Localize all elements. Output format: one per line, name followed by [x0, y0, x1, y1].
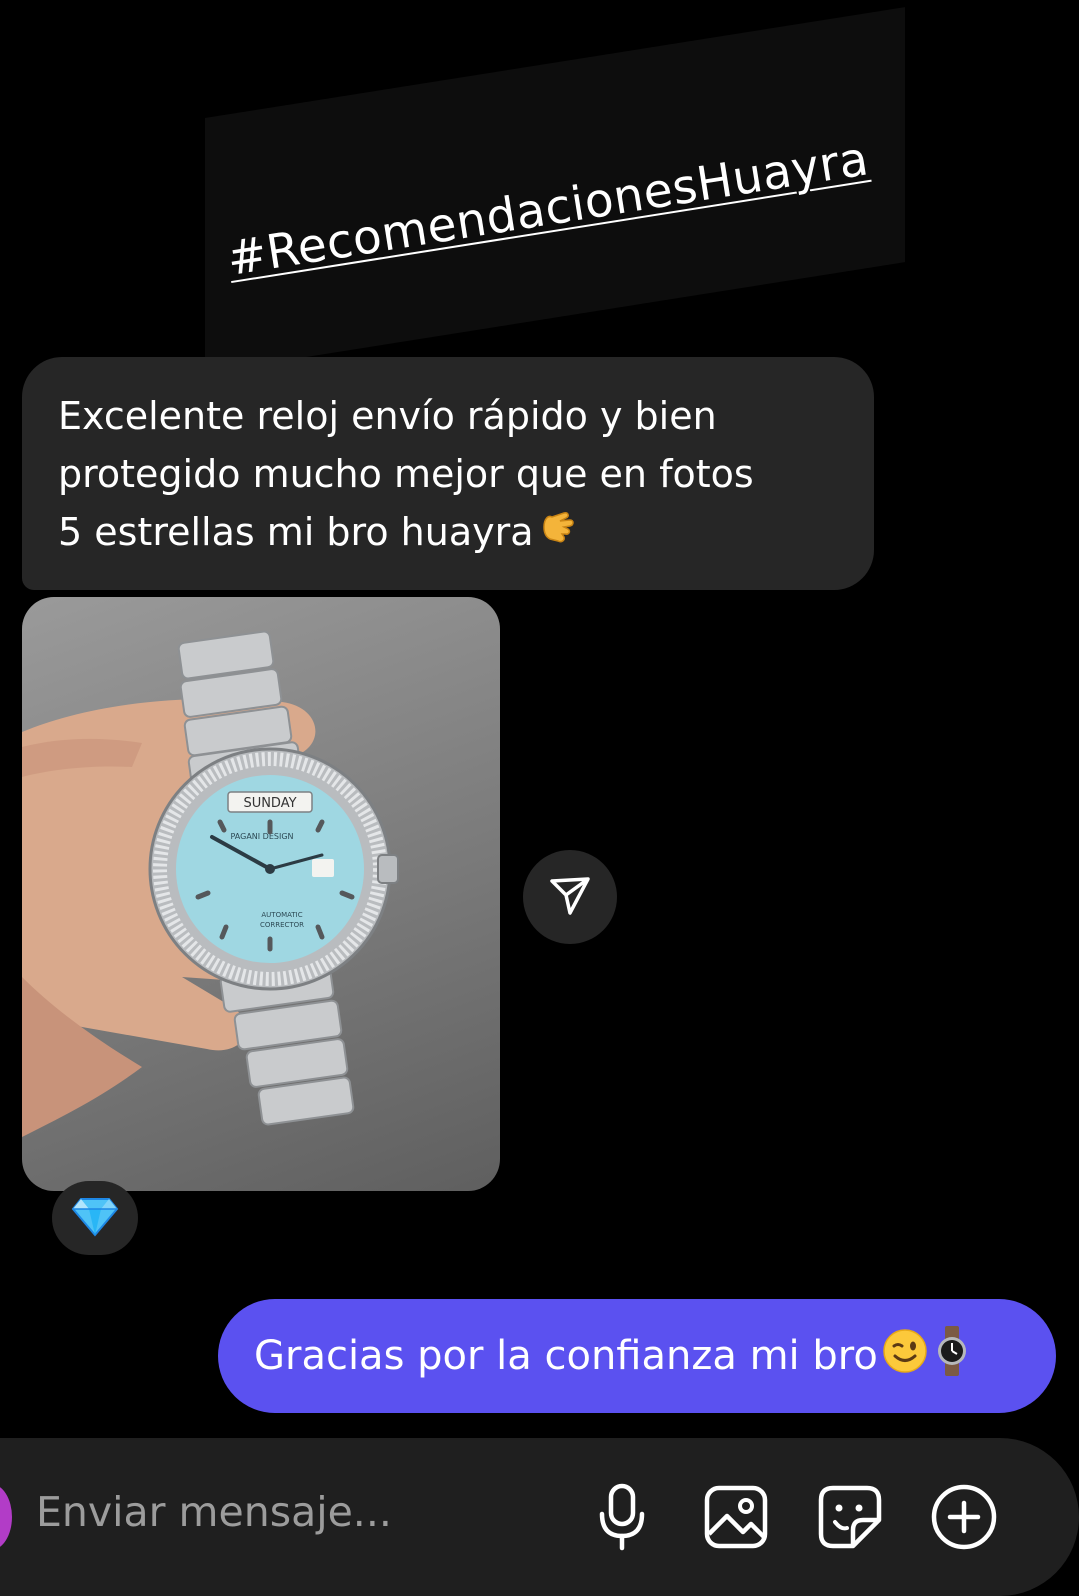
winking-face-icon — [882, 1328, 928, 1384]
sent-message-bubble[interactable]: Gracias por la confianza mi bro — [218, 1299, 1056, 1413]
share-button[interactable] — [523, 850, 617, 944]
send-arrow-icon — [548, 873, 592, 921]
sticker-icon[interactable] — [812, 1479, 888, 1555]
message-input[interactable]: Enviar mensaje... — [36, 1488, 392, 1536]
sent-message-text: Gracias por la confianza mi bro — [254, 1333, 878, 1379]
day-window-label: SUNDAY — [243, 796, 296, 811]
gallery-icon[interactable] — [698, 1479, 774, 1555]
avatar[interactable] — [0, 1484, 12, 1550]
microphone-icon[interactable] — [584, 1479, 660, 1555]
dial-subtitle-label: AUTOMATIC — [261, 911, 302, 919]
message-line: protegido mucho mejor que en fotos — [58, 452, 754, 496]
dial-subtitle-label-2: CORRECTOR — [260, 921, 304, 929]
plus-icon[interactable] — [926, 1479, 1002, 1555]
message-composer: Enviar mensaje... — [0, 1438, 1079, 1596]
received-message-bubble[interactable]: Excelente reloj envío rápido y bien prot… — [22, 357, 874, 590]
watch-illustration: SUNDAY PAGANI DESIGN AUTOMATIC CORRECTOR — [22, 630, 399, 1137]
message-line: Excelente reloj envío rápido y bien — [58, 394, 717, 438]
watch-icon — [934, 1326, 970, 1386]
message-line: 5 estrellas mi bro huayra — [58, 503, 838, 567]
dial-brand-label: PAGANI DESIGN — [230, 832, 293, 841]
gem-icon — [71, 1195, 119, 1241]
watch-photo[interactable]: SUNDAY PAGANI DESIGN AUTOMATIC CORRECTOR — [22, 597, 500, 1191]
call-me-hand-icon — [538, 507, 578, 567]
reaction-badge[interactable] — [52, 1181, 138, 1255]
